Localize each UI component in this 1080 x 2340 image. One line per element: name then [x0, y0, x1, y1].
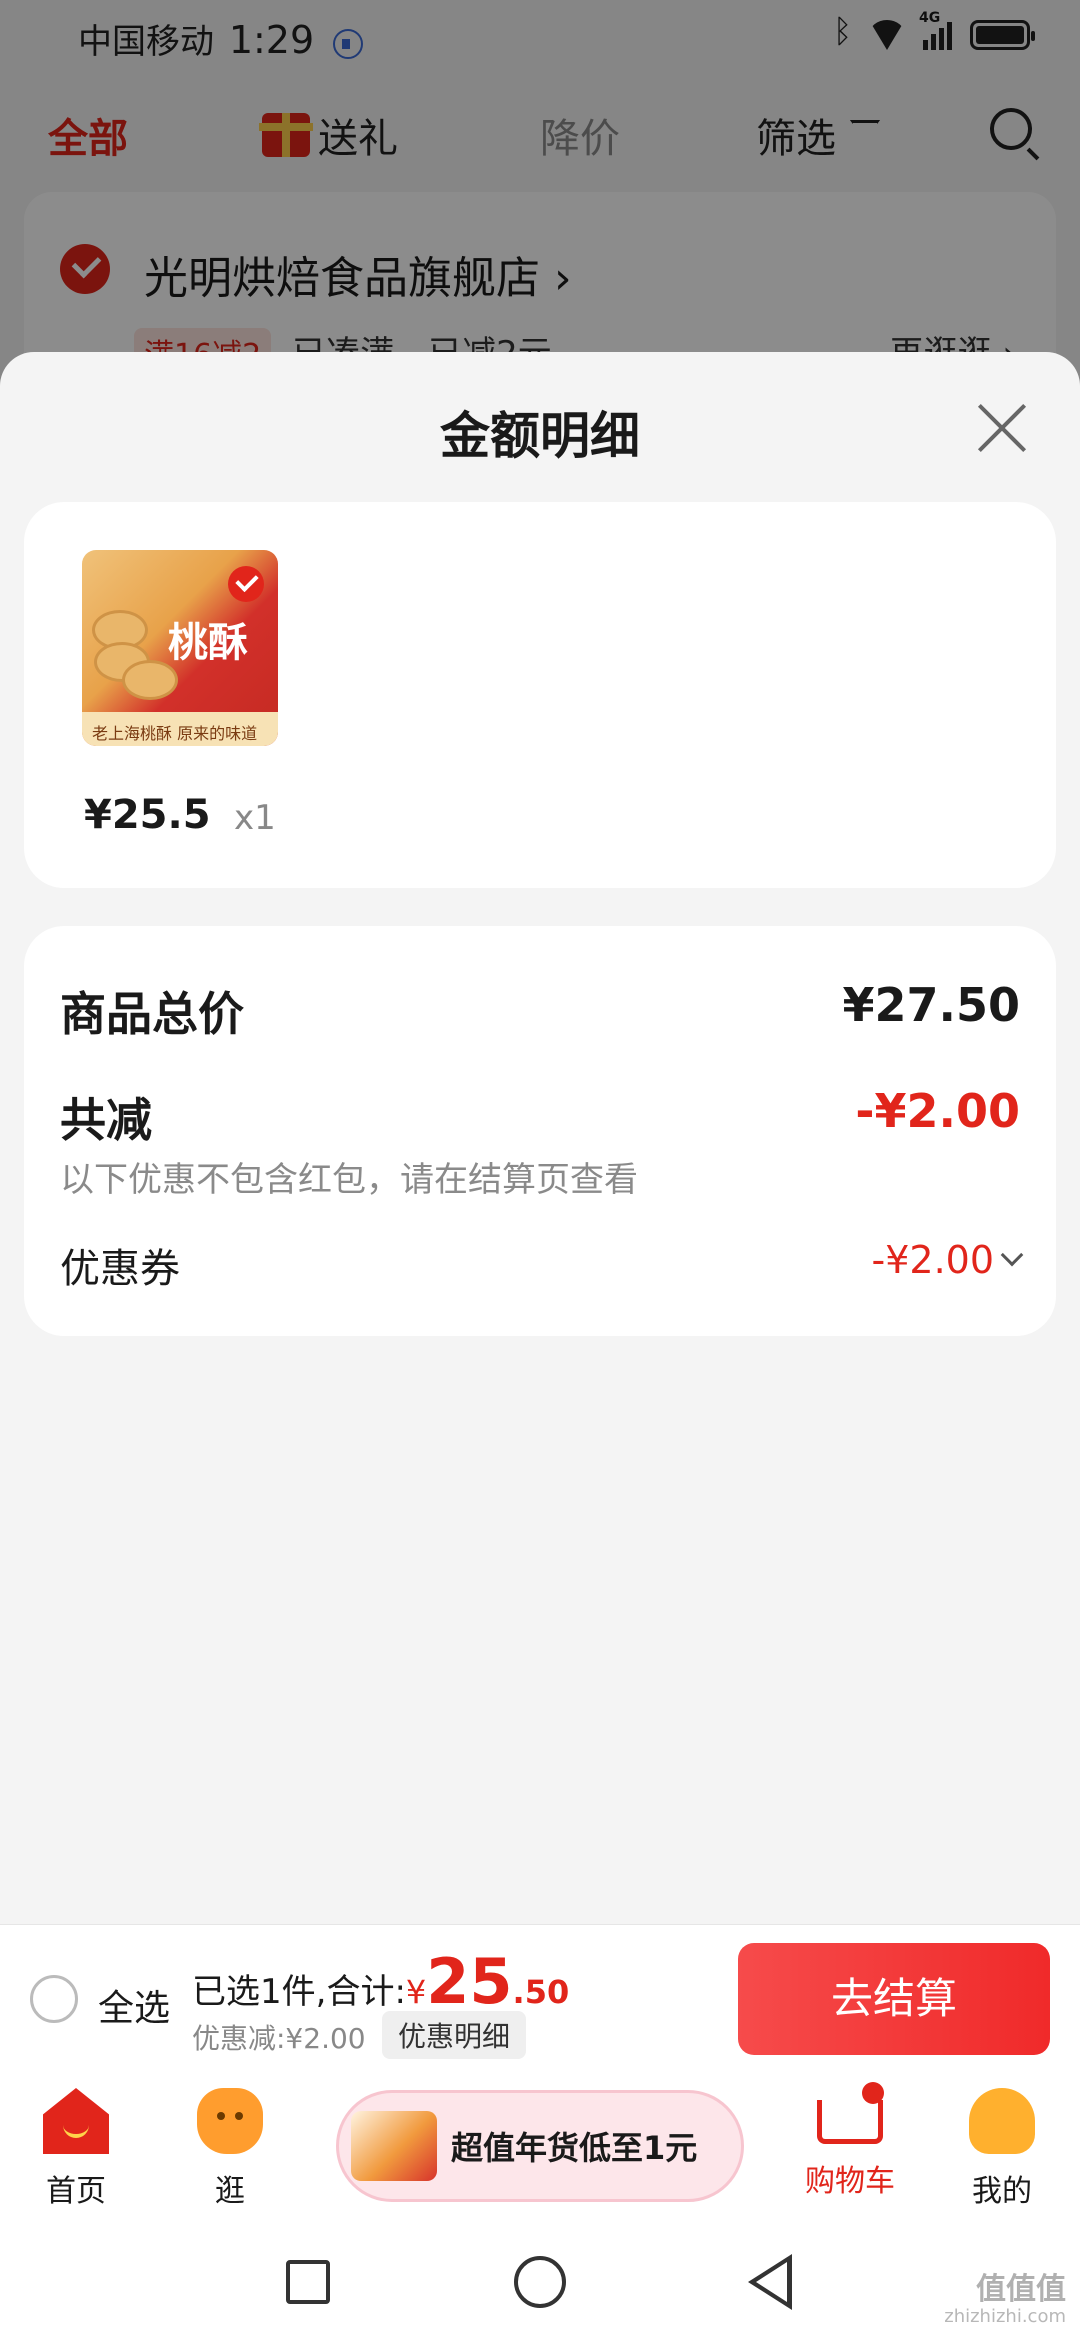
- bottom-nav: 首页 逛 超值年货低至1元 购物车 我的: [0, 2072, 1080, 2224]
- close-icon[interactable]: [974, 400, 1030, 456]
- nav-browse[interactable]: 逛: [160, 2088, 300, 2210]
- nav-cart[interactable]: 购物车: [780, 2082, 920, 2200]
- discount-text: 优惠减:¥2.00: [192, 2022, 366, 2055]
- product-quantity: x1: [234, 798, 276, 838]
- nav-home[interactable]: 首页: [6, 2088, 146, 2210]
- discount-detail-button[interactable]: 优惠明细: [382, 2011, 527, 2059]
- total-currency: ¥: [405, 1973, 427, 2011]
- cart-icon: [817, 2082, 884, 2144]
- check-icon: [228, 566, 264, 602]
- price-summary-card: 商品总价 ¥27.50 共减 -¥2.00 以下优惠不包含红包，请在结算页查看 …: [24, 926, 1056, 1336]
- nav-me[interactable]: 我的: [932, 2088, 1072, 2210]
- product-image-text: 桃酥: [168, 620, 248, 666]
- nav-cart-label: 购物车: [805, 2164, 895, 2199]
- recents-button[interactable]: [286, 2260, 330, 2304]
- total-decimal: .50: [512, 1973, 570, 2011]
- nav-browse-label: 逛: [215, 2174, 245, 2209]
- checkout-bar: 全选 已选1件,合计: ¥ 25 .50 优惠减:¥2.00 优惠明细 去结算: [0, 1924, 1080, 2072]
- coupon-toggle[interactable]: -¥2.00: [871, 1238, 1024, 1282]
- total-price-label: 商品总价: [60, 987, 244, 1041]
- total-price-value: ¥27.50: [842, 978, 1020, 1032]
- total-reduction-label: 共减: [60, 1093, 152, 1147]
- back-button[interactable]: [748, 2254, 792, 2310]
- watermark: 值值值: [976, 2272, 1066, 2307]
- me-icon: [969, 2088, 1035, 2154]
- product-card: 桃酥 老上海桃酥 原来的味道 ¥25.5 x1: [24, 502, 1056, 888]
- cart-badge: [862, 2082, 884, 2104]
- sheet-title: 金额明细: [440, 407, 640, 465]
- nav-promo-banner[interactable]: 超值年货低至1元: [336, 2090, 744, 2202]
- coupon-value: -¥2.00: [871, 1238, 995, 1282]
- selected-text: 已选1件,合计:: [192, 1972, 406, 2012]
- chevron-down-icon: [1000, 1243, 1024, 1267]
- reduction-note: 以下优惠不包含红包，请在结算页查看: [60, 1160, 638, 1200]
- coupon-label: 优惠券: [60, 1246, 180, 1292]
- product-price: ¥25.5: [84, 792, 211, 838]
- watermark-url: zhizhizhi.com: [944, 2306, 1066, 2327]
- nav-home-label: 首页: [46, 2174, 106, 2209]
- select-all-radio[interactable]: [30, 1975, 78, 2023]
- selected-summary: 已选1件,合计: ¥ 25 .50: [192, 1945, 569, 2018]
- home-icon: [43, 2088, 109, 2154]
- system-nav: 值值值 zhizhizhi.com: [0, 2224, 1080, 2340]
- browse-icon: [197, 2088, 263, 2154]
- total-reduction-value: -¥2.00: [855, 1084, 1020, 1138]
- nav-me-label: 我的: [972, 2174, 1032, 2209]
- product-image[interactable]: 桃酥 老上海桃酥 原来的味道: [82, 550, 278, 746]
- promo-text: 超值年货低至1元: [451, 2129, 698, 2167]
- home-button[interactable]: [514, 2256, 566, 2308]
- product-image-banner: 老上海桃酥 原来的味道: [82, 712, 278, 746]
- checkout-button[interactable]: 去结算: [738, 1943, 1050, 2055]
- select-all-label[interactable]: 全选: [98, 1979, 170, 2031]
- promo-thumbnail: [351, 2111, 437, 2181]
- total-integer: 25: [426, 1945, 513, 2018]
